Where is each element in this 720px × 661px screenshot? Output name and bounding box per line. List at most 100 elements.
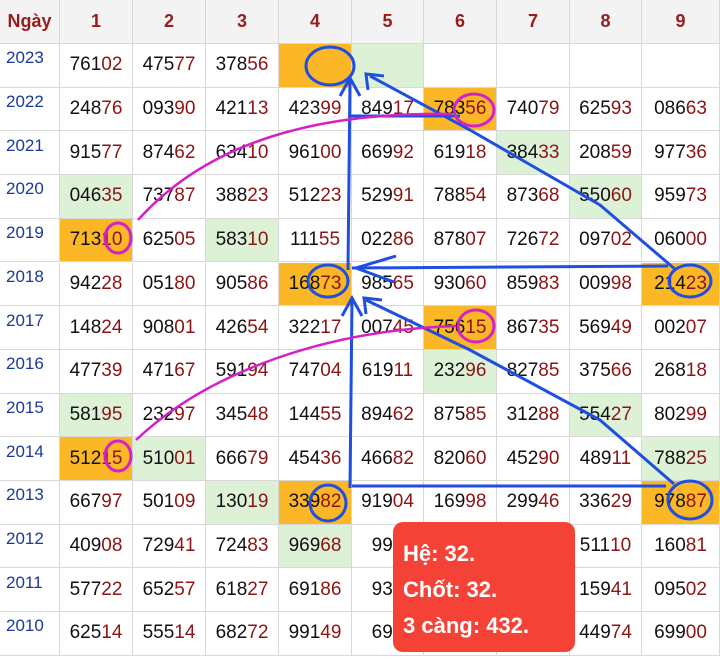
table-cell: 859 83 [497, 262, 570, 307]
table-cell: 942 28 [60, 262, 133, 307]
cell-digits-head: 426 [215, 316, 248, 338]
table-cell: 510 01 [133, 437, 206, 481]
table-cell: 208 59 [570, 131, 642, 176]
table-cell [424, 44, 497, 88]
table-cell: 737 87 [133, 175, 206, 219]
cell-digits-tail: 83 [247, 535, 269, 557]
table-cell: 691 86 [279, 568, 352, 613]
table-cell: 097 02 [570, 218, 642, 263]
cell-digits-tail: 96 [465, 360, 487, 382]
cell-digits-tail: 19 [247, 491, 269, 513]
cell-digits-tail: 86 [392, 229, 414, 251]
row-year: 2022 [0, 87, 60, 132]
cell-digits-head: 409 [69, 535, 102, 557]
table-cell: 554 27 [570, 393, 642, 438]
cell-digits-head: 550 [579, 185, 611, 207]
table-cell: 969 68 [279, 524, 352, 569]
cell-digits-head: 919 [361, 491, 393, 513]
cell-digits-head: 169 [433, 491, 466, 513]
cell-digits-tail: 02 [101, 54, 123, 76]
cell-digits-tail: 39 [101, 360, 123, 382]
cell-digits-tail: 92 [392, 141, 414, 163]
cell-digits-head: 554 [579, 403, 611, 425]
cell-digits-head: 449 [579, 622, 611, 644]
cell-digits-tail: 74 [610, 622, 632, 644]
cell-digits-head: 652 [142, 578, 175, 600]
table-cell: 894 62 [352, 393, 424, 438]
cell-digits-tail: 14 [174, 622, 196, 644]
table-cell: 148 24 [60, 306, 133, 350]
cell-digits-tail: 82 [392, 447, 414, 469]
table-cell: 591 94 [206, 349, 279, 394]
table-cell [279, 44, 352, 88]
cell-digits-head: 160 [654, 535, 686, 557]
row-year: 2012 [0, 524, 60, 569]
table-cell: 669 92 [352, 131, 424, 176]
cell-digits-head: 501 [142, 491, 175, 513]
cell-digits-head: 475 [142, 54, 175, 76]
table-cell: 827 85 [497, 349, 570, 394]
table-cell: 875 85 [424, 393, 497, 438]
table-cell: 268 18 [642, 349, 720, 394]
cell-digits-head: 051 [142, 272, 175, 294]
cell-digits-head: 878 [433, 229, 466, 251]
cell-digits-tail: 76 [101, 98, 123, 120]
table-cell: 873 68 [497, 175, 570, 219]
table-cell: 489 11 [570, 437, 642, 481]
cell-digits-tail: 88 [538, 403, 560, 425]
cell-digits-head: 312 [506, 403, 539, 425]
table-cell: 160 81 [642, 524, 720, 569]
cell-digits-tail: 10 [247, 141, 269, 163]
cell-digits-tail: 18 [465, 141, 487, 163]
table-cell: 908 01 [133, 306, 206, 350]
cell-digits-head: 007 [361, 316, 393, 338]
table-cell: 783 56 [424, 87, 497, 132]
cell-digits-head: 022 [361, 229, 393, 251]
cell-digits-tail: 05 [174, 229, 196, 251]
cell-digits-head: 729 [142, 535, 175, 557]
cell-digits-head: 959 [654, 185, 686, 207]
table-cell: 849 17 [352, 87, 424, 132]
table-cell: 577 22 [60, 568, 133, 613]
cell-digits-head: 618 [215, 578, 248, 600]
table-cell: 248 76 [60, 87, 133, 132]
cell-digits-head: 452 [506, 447, 539, 469]
table-cell: 501 09 [133, 481, 206, 525]
cell-digits-tail: 28 [101, 272, 123, 294]
cell-digits-head: 867 [506, 316, 539, 338]
table-cell: 878 07 [424, 218, 497, 263]
cell-digits-tail: 65 [392, 272, 414, 294]
cell-digits-head: 421 [215, 98, 248, 120]
cell-digits-tail: 45 [392, 316, 414, 338]
cell-digits-head: 894 [361, 403, 393, 425]
cell-digits-head: 726 [506, 229, 539, 251]
cell-digits-tail: 60 [465, 272, 487, 294]
cell-digits-head: 625 [142, 229, 175, 251]
cell-digits-head: 471 [142, 360, 175, 382]
cell-digits-tail: 68 [320, 535, 342, 557]
cell-digits-head: 046 [69, 185, 102, 207]
cell-digits-head: 086 [654, 98, 686, 120]
cell-digits-tail: 56 [247, 54, 269, 76]
table-cell: 449 74 [570, 612, 642, 656]
cell-digits-head: 942 [69, 272, 102, 294]
cell-digits-head: 345 [215, 403, 248, 425]
cell-digits-tail: 72 [538, 229, 560, 251]
table-cell: 466 82 [352, 437, 424, 481]
cell-digits-head: 905 [215, 272, 248, 294]
table-cell: 060 00 [642, 218, 720, 263]
cell-digits-head: 666 [215, 447, 248, 469]
cell-digits-head: 060 [654, 229, 686, 251]
table-cell: 529 91 [352, 175, 424, 219]
cell-digits-tail: 95 [101, 403, 123, 425]
column-header: 2 [133, 0, 206, 44]
table-cell: 788 54 [424, 175, 497, 219]
table-cell: 905 86 [206, 262, 279, 307]
cell-digits-head: 339 [288, 491, 321, 513]
cell-digits-tail: 08 [101, 535, 123, 557]
cell-digits-head: 159 [579, 578, 611, 600]
cell-digits-tail: 94 [247, 360, 269, 382]
cell-digits-head: 619 [433, 141, 466, 163]
cell-digits-tail: 02 [610, 229, 632, 251]
cell-digits-head: 454 [288, 447, 321, 469]
